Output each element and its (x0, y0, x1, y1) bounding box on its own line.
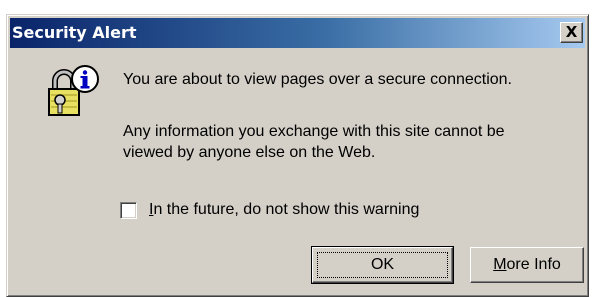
dialog-title: Security Alert (12, 23, 137, 42)
title-bar[interactable]: Security Alert X (10, 18, 585, 48)
close-button[interactable]: X (560, 22, 583, 43)
more-info-button[interactable]: More Info (470, 247, 584, 283)
lock-info-icon (48, 65, 99, 116)
secure-connection-message: You are about to view pages over a secur… (123, 71, 512, 88)
dont-show-warning-checkbox-row[interactable]: In the future, do not show this warning (120, 201, 419, 219)
more-info-label-rest: ore Info (506, 256, 561, 273)
dont-show-warning-checkbox[interactable] (120, 201, 137, 219)
security-alert-dialog: Security Alert X You are about to view p… (6, 14, 589, 297)
more-info-mnemonic: M (493, 256, 507, 273)
ok-button[interactable]: OK (311, 246, 454, 284)
checkbox-label-rest: n the future, do not show this warning (153, 201, 420, 218)
ok-button-label: OK (317, 252, 448, 278)
dont-show-warning-label: In the future, do not show this warning (149, 201, 419, 219)
privacy-message: Any information you exchange with this s… (123, 123, 505, 161)
